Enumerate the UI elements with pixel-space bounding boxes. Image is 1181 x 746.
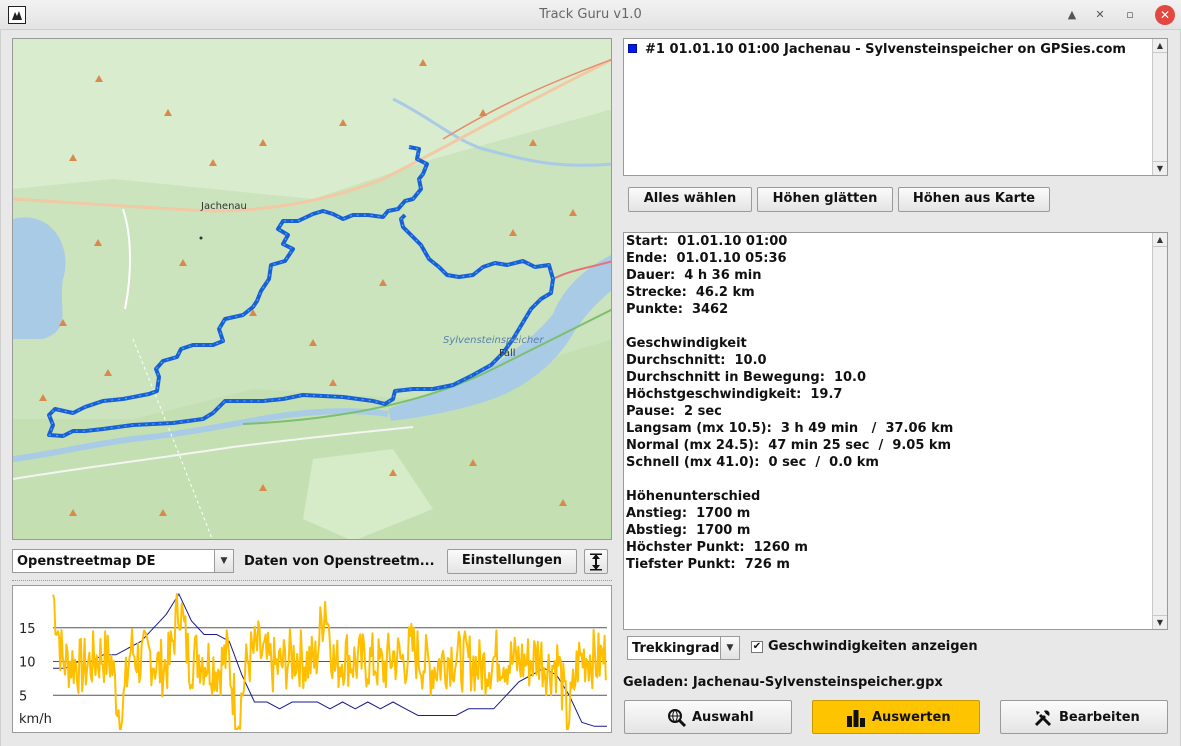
profile-select[interactable]: Trekkingrad ▼: [627, 636, 740, 660]
stat-line: Ende: 01.01.10 05:36: [626, 251, 787, 266]
map-canvas: [13, 39, 611, 539]
stat-line: Normal (mx 24.5): 47 min 25 sec / 9.05 k…: [626, 438, 952, 453]
stat-line: Punkte: 3462: [626, 302, 729, 317]
checkbox-check-icon[interactable]: ✔: [751, 641, 763, 653]
y-tick-label: 15: [19, 622, 36, 637]
chevron-down-icon: ▼: [214, 550, 233, 572]
select-all-button[interactable]: Alles wählen: [628, 187, 752, 212]
shade-button[interactable]: ✕: [1090, 5, 1110, 25]
evaluate-button-label: Auswerten: [872, 710, 951, 725]
select-button[interactable]: Auswahl: [624, 700, 792, 734]
track-list-scrollbar[interactable]: ▲ ▼: [1152, 39, 1167, 175]
scroll-down-icon[interactable]: ▼: [1153, 161, 1167, 175]
window-title: Track Guru v1.0: [539, 7, 642, 22]
edit-button-label: Bearbeiten: [1059, 710, 1140, 725]
map-settings-button[interactable]: Einstellungen: [447, 549, 577, 574]
chart-canvas: 15 10 5 km/h: [19, 592, 607, 730]
smooth-heights-button[interactable]: Höhen glätten: [757, 187, 893, 212]
stat-line: Strecke: 46.2 km: [626, 285, 755, 300]
stat-line: Dauer: 4 h 36 min: [626, 268, 762, 283]
track-list-item[interactable]: #1 01.01.10 01:00 Jachenau - Sylvenstein…: [628, 42, 1126, 57]
map-view[interactable]: Jachenau Sylvensteinspeicher Fall: [12, 38, 612, 540]
stats-panel: Start: 01.01.10 01:00 Ende: 01.01.10 05:3…: [623, 232, 1168, 630]
stats-scrollbar[interactable]: ▲ ▼: [1152, 233, 1167, 629]
y-tick-label: 5: [19, 689, 27, 704]
close-button[interactable]: ✕: [1155, 5, 1175, 25]
scroll-down-icon[interactable]: ▼: [1153, 615, 1167, 629]
map-provider-select[interactable]: Openstreetmap DE ▼: [12, 549, 234, 573]
track-color-swatch: [628, 44, 637, 53]
map-label-town: Jachenau: [201, 201, 247, 212]
stat-line: Langsam (mx 10.5): 3 h 49 min / 37.06 km: [626, 421, 954, 436]
maximize-button[interactable]: ▫: [1120, 5, 1140, 25]
stat-line: Tiefster Punkt: 726 m: [626, 557, 790, 572]
loaded-file-text: Geladen: Jachenau-Sylvensteinspeicher.gp…: [623, 675, 943, 690]
scroll-up-icon[interactable]: ▲: [1153, 233, 1167, 247]
stat-line: Geschwindigkeit: [626, 336, 747, 351]
tools-icon: [1034, 710, 1052, 727]
title-bar: Track Guru v1.0 ▲ ✕ ▫ ✕: [0, 0, 1181, 30]
map-provider-value: Openstreetmap DE: [17, 554, 156, 569]
chevron-down-icon: ▼: [720, 637, 739, 659]
select-button-label: Auswahl: [692, 710, 754, 725]
stat-line: Höhenunterschied: [626, 489, 761, 504]
track-label: #1 01.01.10 01:00 Jachenau - Sylvenstein…: [645, 42, 1126, 57]
splitter-handle[interactable]: [12, 580, 612, 581]
evaluate-button[interactable]: Auswerten: [812, 700, 980, 734]
keep-above-button[interactable]: ▲: [1062, 5, 1082, 25]
stat-line: Abstieg: 1700 m: [626, 523, 751, 538]
map-attribution: Daten von Openstreetm...: [244, 554, 435, 569]
map-label-fall: Fall: [499, 348, 516, 359]
edit-button[interactable]: Bearbeiten: [1000, 700, 1168, 734]
stat-line: Schnell (mx 41.0): 0 sec / 0.0 km: [626, 455, 879, 470]
speed-chart: 15 10 5 km/h: [12, 585, 612, 733]
stat-line: Pause: 2 sec: [626, 404, 722, 419]
bar-chart-icon: [847, 710, 865, 727]
heights-from-map-button[interactable]: Höhen aus Karte: [898, 187, 1050, 212]
stat-line: Höchstgeschwindigkeit: 19.7: [626, 387, 843, 402]
stat-line: Anstieg: 1700 m: [626, 506, 751, 521]
y-axis-label: km/h: [19, 712, 52, 727]
track-list[interactable]: #1 01.01.10 01:00 Jachenau - Sylvenstein…: [623, 38, 1168, 176]
scroll-up-icon[interactable]: ▲: [1153, 39, 1167, 53]
search-globe-icon: [668, 709, 687, 728]
stat-line: Höchster Punkt: 1260 m: [626, 540, 808, 555]
y-tick-label: 10: [19, 656, 36, 671]
resize-vertical-icon[interactable]: [584, 549, 608, 574]
stat-line: Start: 01.01.10 01:00: [626, 234, 788, 249]
profile-value: Trekkingrad: [632, 641, 720, 656]
stat-line: Durchschnitt: 10.0: [626, 353, 767, 368]
show-speeds-label: Geschwindigkeiten anzeigen: [768, 639, 978, 654]
stat-line: Durchschnitt in Bewegung: 10.0: [626, 370, 867, 385]
map-label-lake: Sylvensteinspeicher: [443, 335, 544, 346]
